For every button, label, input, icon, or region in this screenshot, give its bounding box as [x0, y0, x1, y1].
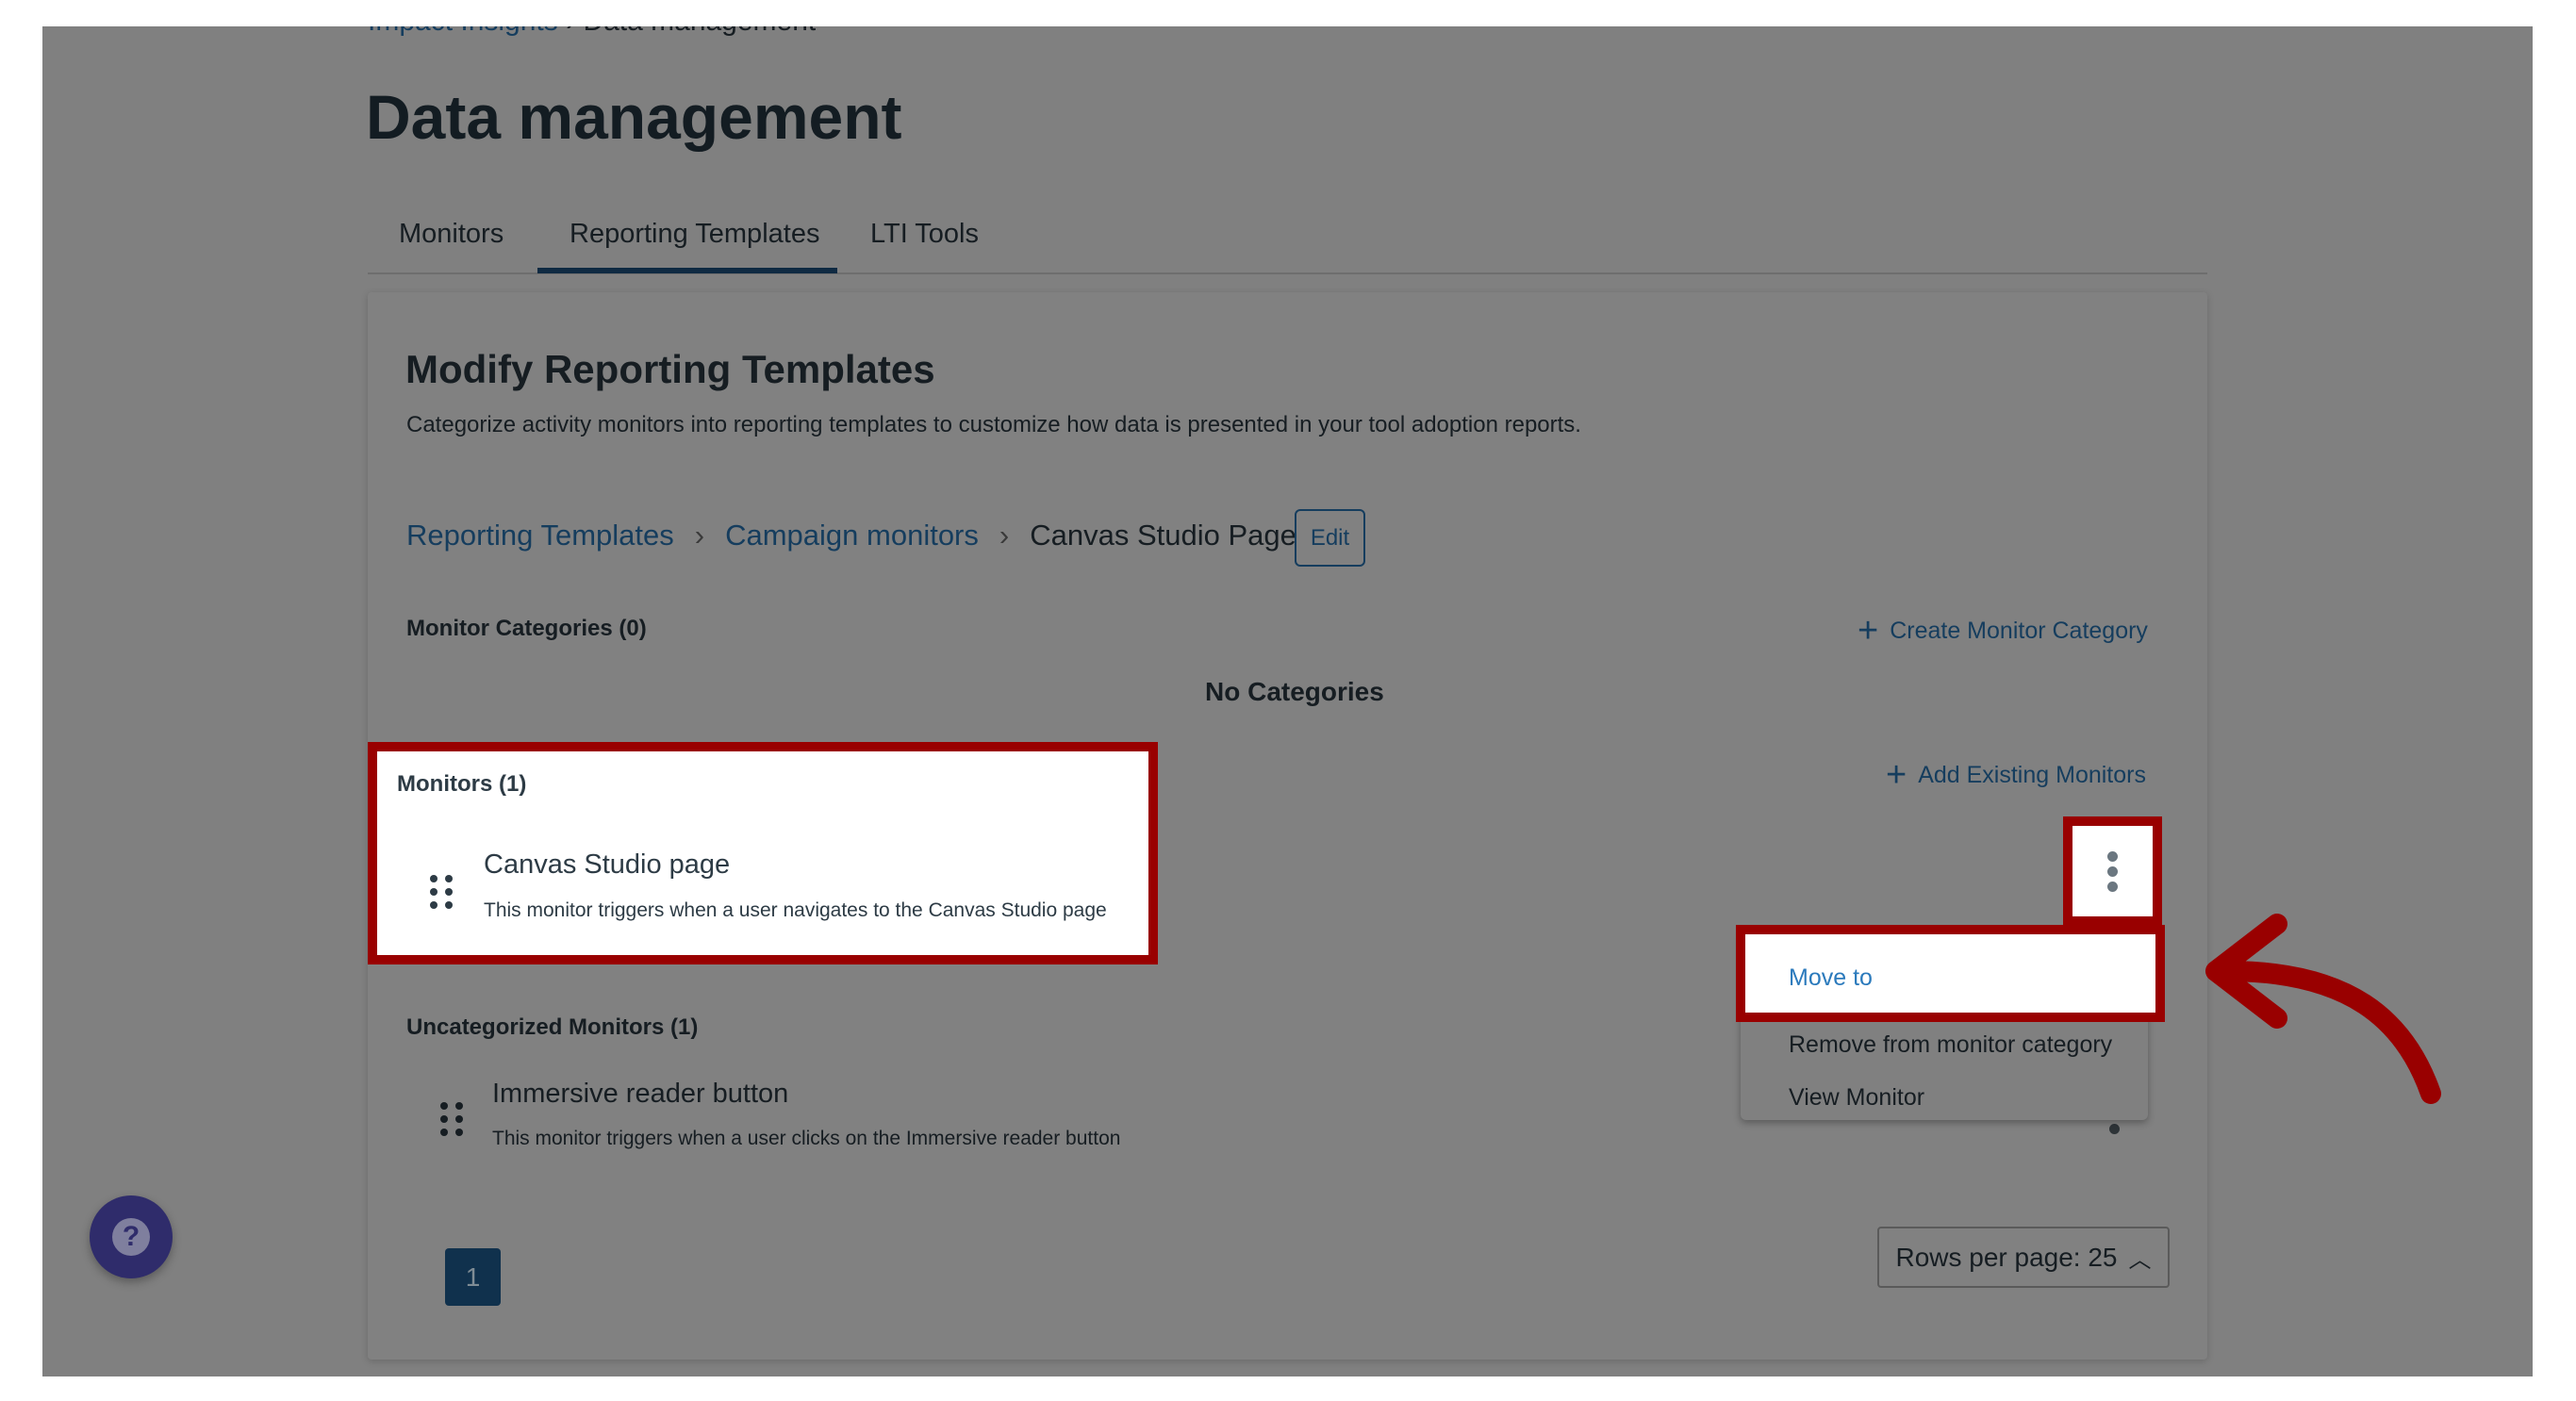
- no-categories-text: No Categories: [1205, 677, 1384, 706]
- section-description: Categorize activity monitors into report…: [406, 412, 1581, 437]
- more-options-icon[interactable]: [2107, 847, 2118, 897]
- monitor-name: Immersive reader button: [492, 1079, 789, 1109]
- rows-per-page-select[interactable]: Rows per page: 25 ︿: [1877, 1227, 2170, 1288]
- create-monitor-category-button[interactable]: + Create Monitor Category: [1858, 611, 2148, 651]
- drag-handle-icon[interactable]: [430, 875, 453, 909]
- add-existing-monitors-button[interactable]: + Add Existing Monitors: [1886, 755, 2146, 796]
- rows-per-page-label: Rows per page: 25: [1895, 1242, 2118, 1272]
- monitors-highlight: Monitors (1) Canvas Studio page This mon…: [368, 742, 1158, 964]
- dimmed-page: Impact Insights › Data management Data m…: [42, 26, 2533, 1376]
- more-options-icon[interactable]: [2109, 1124, 2120, 1134]
- tab-monitors[interactable]: Monitors: [399, 219, 504, 250]
- arrow-annotation: [2205, 914, 2441, 1104]
- monitor-categories-label: Monitor Categories (0): [406, 616, 647, 641]
- plus-icon: +: [1858, 611, 1879, 651]
- question-icon: ?: [112, 1218, 150, 1256]
- chevron-right-icon: ›: [999, 519, 1010, 552]
- breadcrumb: Impact Insights › Data management: [368, 26, 816, 38]
- uncategorized-monitors-label: Uncategorized Monitors (1): [406, 1014, 699, 1040]
- edit-button[interactable]: Edit: [1295, 509, 1365, 567]
- crumb-current: Canvas Studio Page: [1030, 519, 1296, 552]
- tab-reporting-templates[interactable]: Reporting Templates: [570, 219, 819, 250]
- breadcrumb-impact-insights[interactable]: Impact Insights: [368, 26, 558, 37]
- drag-handle-icon[interactable]: [440, 1102, 463, 1136]
- template-breadcrumb: Reporting Templates › Campaign monitors …: [406, 519, 1296, 552]
- create-monitor-category-label: Create Monitor Category: [1890, 618, 2148, 644]
- monitor-description: This monitor triggers when a user naviga…: [484, 899, 1107, 921]
- monitor-description: This monitor triggers when a user clicks…: [492, 1128, 1121, 1149]
- menu-item-move-to[interactable]: Move to: [1789, 964, 1873, 992]
- active-tab-indicator: [537, 268, 837, 273]
- chevron-up-icon: ︿: [2128, 1247, 2152, 1273]
- chevron-right-icon: ›: [694, 519, 705, 552]
- monitor-name: Canvas Studio page: [484, 849, 731, 880]
- help-button[interactable]: ?: [90, 1195, 173, 1278]
- section-title: Modify Reporting Templates: [405, 347, 935, 391]
- breadcrumb-current: Data management: [583, 26, 816, 37]
- move-to-highlight: Move to: [1736, 925, 2165, 1022]
- breadcrumb-separator: ›: [566, 26, 583, 37]
- menu-item-remove[interactable]: Remove from monitor category: [1789, 1031, 2112, 1059]
- add-existing-monitors-label: Add Existing Monitors: [1918, 762, 2146, 788]
- arrow-shaft: [2217, 961, 2441, 1104]
- crumb-campaign-monitors[interactable]: Campaign monitors: [725, 519, 979, 552]
- kebab-highlight: [2063, 816, 2162, 926]
- crumb-reporting-templates[interactable]: Reporting Templates: [406, 519, 674, 552]
- page-1-button[interactable]: 1: [445, 1248, 501, 1306]
- plus-icon: +: [1886, 755, 1907, 795]
- tab-lti-tools[interactable]: LTI Tools: [870, 219, 979, 250]
- menu-item-view-monitor[interactable]: View Monitor: [1789, 1084, 1924, 1112]
- page-title: Data management: [366, 82, 902, 152]
- monitors-label: Monitors (1): [397, 771, 527, 797]
